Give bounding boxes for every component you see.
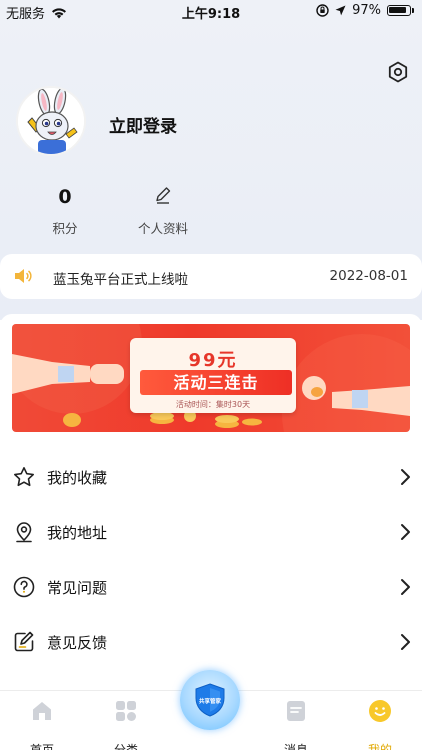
status-bar: 无服务 上午9:18 97% bbox=[0, 0, 422, 22]
menu-item-feedback[interactable]: 意见反馈 bbox=[0, 615, 422, 670]
category-grid-icon bbox=[116, 701, 136, 721]
question-icon bbox=[13, 576, 35, 598]
menu-label-favorites: 我的收藏 bbox=[47, 469, 108, 487]
menu-item-address[interactable]: 我的地址 bbox=[0, 505, 422, 560]
status-right: 97% bbox=[316, 3, 414, 18]
tab-label-messages: 消息 bbox=[283, 743, 308, 750]
edit-profile-icon-wrap bbox=[128, 186, 198, 210]
tab-category[interactable]: 分类 bbox=[96, 699, 156, 750]
promo-banner[interactable]: 99元 活动三连击 活动时间：集时30天 bbox=[12, 324, 410, 432]
tab-messages[interactable]: 消息 bbox=[266, 699, 326, 750]
message-icon bbox=[287, 701, 305, 721]
smile-face-icon bbox=[369, 700, 391, 722]
menu-item-faq[interactable]: 常见问题 bbox=[0, 560, 422, 615]
home-icon bbox=[33, 702, 51, 720]
menu-label-feedback: 意见反馈 bbox=[47, 634, 108, 652]
notice-bar[interactable]: 蓝玉兔平台正式上线啦 2022-08-01 bbox=[0, 254, 422, 299]
battery-tip bbox=[412, 8, 414, 13]
login-button[interactable]: 立即登录 bbox=[109, 112, 177, 137]
banner-ribbon: 活动三连击 bbox=[140, 370, 292, 395]
shield-icon: 共享管家 bbox=[195, 683, 225, 717]
tab-label-category: 分类 bbox=[113, 743, 138, 750]
points-value: 0 bbox=[58, 186, 72, 208]
menu-item-favorites[interactable]: 我的收藏 bbox=[0, 450, 422, 505]
settings-icon[interactable] bbox=[386, 60, 410, 84]
chevron-right-icon bbox=[401, 634, 410, 650]
location-pin-icon bbox=[16, 522, 32, 543]
tab-home[interactable]: 首页 bbox=[12, 699, 72, 750]
notice-date: 2022-08-01 bbox=[329, 268, 408, 284]
tab-label-mine: 我的 bbox=[367, 743, 392, 750]
promo-ticket: 99元 活动三连击 活动时间：集时30天 bbox=[130, 338, 296, 413]
main-content: 99元 活动三连击 活动时间：集时30天 我的收藏 我的地址 常见问题 意见反馈 bbox=[0, 314, 422, 690]
tab-mine[interactable]: 我的 bbox=[350, 699, 410, 750]
shield-label: 共享管家 bbox=[199, 697, 222, 705]
points-stat[interactable]: 0 积分 bbox=[40, 186, 90, 237]
profile-label: 个人资料 bbox=[137, 221, 188, 236]
chevron-right-icon bbox=[401, 579, 410, 595]
avatar[interactable] bbox=[16, 86, 86, 156]
chevron-right-icon bbox=[401, 469, 410, 485]
location-arrow-icon bbox=[335, 5, 346, 16]
points-label: 积分 bbox=[52, 221, 78, 236]
edit-pencil-icon bbox=[156, 187, 171, 204]
banner-subtitle: 活动时间：集时30天 bbox=[175, 400, 251, 409]
star-icon bbox=[14, 467, 34, 487]
tab-label-home: 首页 bbox=[29, 743, 54, 750]
feedback-edit-icon bbox=[14, 631, 34, 652]
menu-label-address: 我的地址 bbox=[47, 524, 108, 542]
menu-label-faq: 常见问题 bbox=[47, 579, 108, 597]
speaker-icon bbox=[15, 269, 32, 283]
banner-title: 99元 bbox=[188, 350, 238, 371]
battery-icon bbox=[387, 5, 411, 16]
center-shield-button[interactable]: 共享管家 bbox=[180, 670, 240, 730]
profile-stat[interactable]: 个人资料 bbox=[128, 186, 198, 237]
notice-text: 蓝玉兔平台正式上线啦 bbox=[53, 272, 188, 288]
orientation-lock-icon bbox=[316, 4, 329, 17]
chevron-right-icon bbox=[401, 524, 410, 540]
battery-percent: 97% bbox=[352, 3, 381, 18]
